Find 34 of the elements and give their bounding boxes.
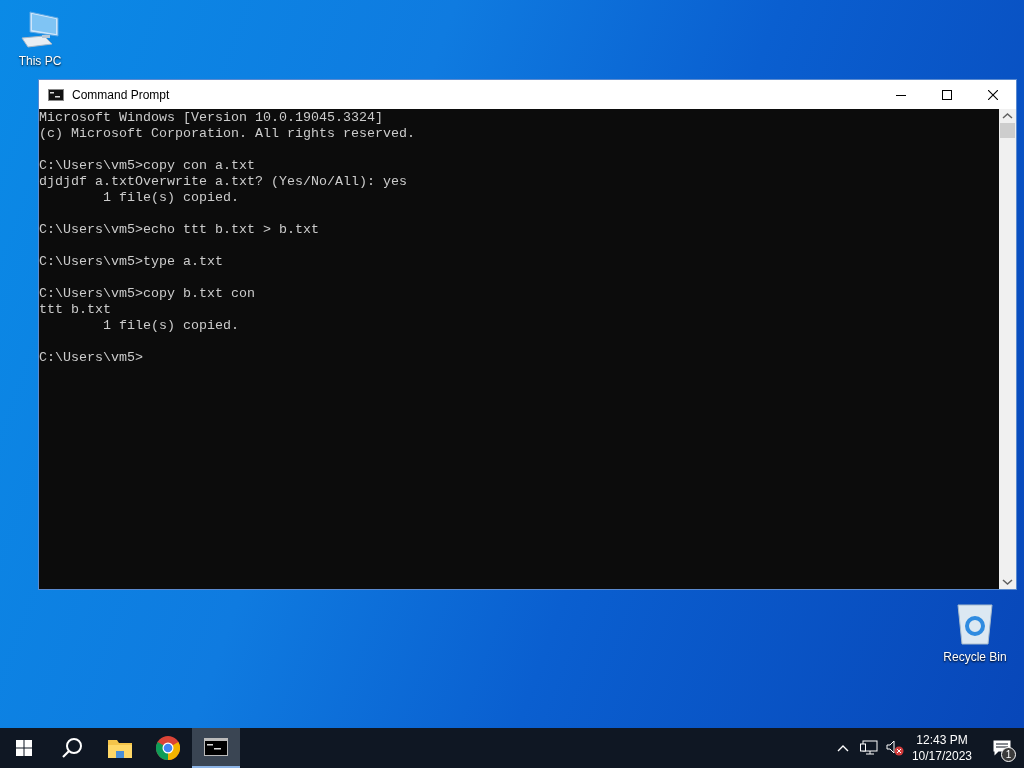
muted-speaker-icon[interactable]: [885, 740, 904, 756]
console-line: C:\Users\vm5>echo ttt b.txt > b.txt: [39, 222, 319, 238]
console-line: (c) Microsoft Corporation. All rights reserved.: [39, 126, 415, 142]
clock[interactable]: 12:43 PM 10/17/2023: [903, 732, 980, 764]
maximize-icon[interactable]: [942, 89, 952, 100]
icon-label: This PC: [18, 53, 62, 70]
clock-time: 12:43 PM: [915, 732, 969, 748]
search-icon[interactable]: [61, 737, 83, 759]
round-logo-icon[interactable]: [156, 736, 180, 760]
network-icon[interactable]: [859, 740, 878, 756]
clock-date: 10/17/2023: [911, 748, 972, 764]
console-line: 1 file(s) copied.: [102, 190, 239, 206]
console-line: djdjdf a.txtOverwrite a.txt? (Yes/No/All): yes: [39, 174, 407, 190]
console-line: ttt b.txt: [39, 302, 111, 318]
console-line: C:\Users\vm5>copy b.txt con: [39, 286, 255, 302]
taskbar-button[interactable]: [192, 728, 240, 768]
recycle-bin-icon[interactable]: [955, 602, 995, 646]
console-icon: [48, 88, 64, 101]
console-line: C:\Users\vm5>type a.txt: [39, 254, 223, 270]
notifications-button[interactable]: 1: [980, 728, 1024, 768]
scrollbar-thumb[interactable]: [1000, 123, 1015, 138]
console-line: 1 file(s) copied.: [102, 318, 239, 334]
notification-badge: 1: [1001, 747, 1016, 762]
console-line: C:\Users\vm5>copy con a.txt: [39, 158, 255, 174]
close-icon[interactable]: [988, 89, 998, 100]
console-line: C:\Users\vm5>: [39, 350, 143, 366]
folder-icon[interactable]: [108, 738, 132, 758]
console-line: Microsoft Windows [Version 10.0.19045.3324]: [39, 110, 383, 126]
chevron-up-icon[interactable]: [835, 743, 850, 753]
icon-label: Recycle Bin: [943, 649, 1007, 666]
console-icon[interactable]: [204, 738, 228, 756]
computer-icon[interactable]: [18, 10, 62, 50]
scrollbar[interactable]: [999, 109, 1016, 589]
window-title: Command Prompt: [72, 86, 170, 104]
